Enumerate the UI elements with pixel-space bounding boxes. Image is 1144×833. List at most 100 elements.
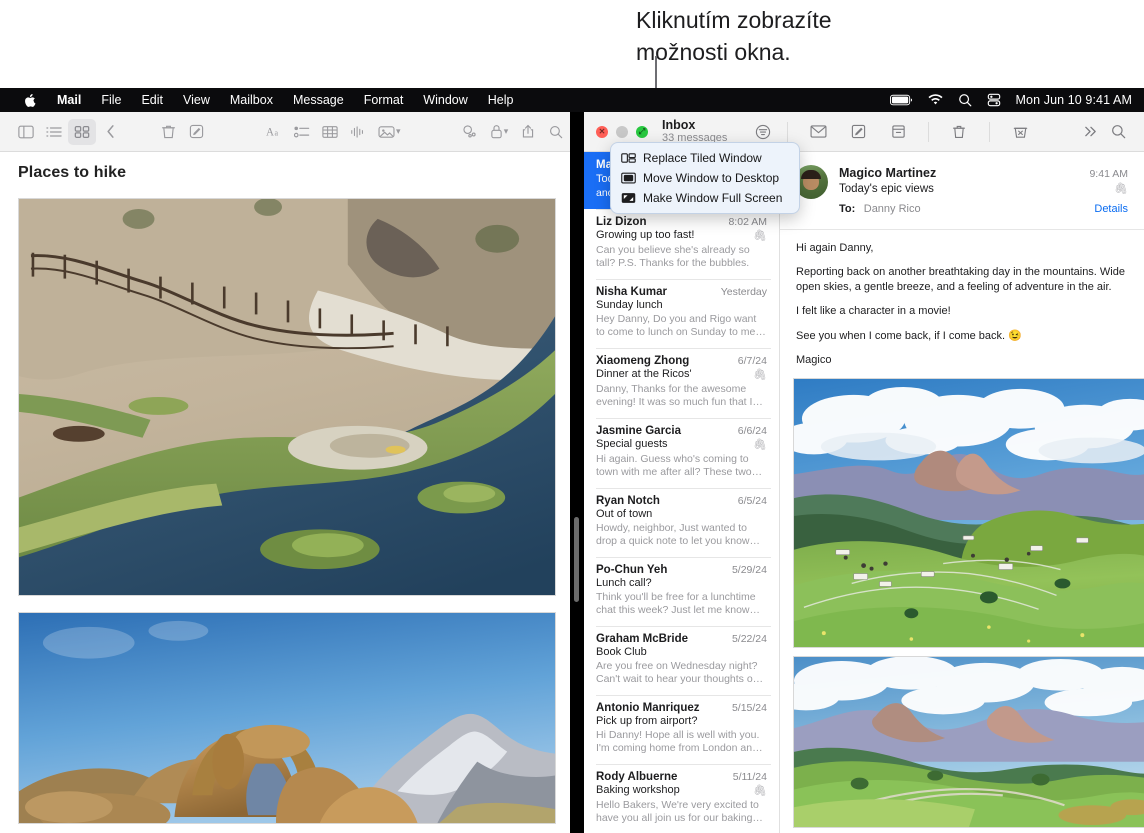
message-list-item[interactable]: Liz Dizon 8:02 AM Growing up too fast! 🖇… bbox=[584, 209, 779, 279]
search-icon[interactable] bbox=[958, 93, 972, 107]
minimize-window-button[interactable] bbox=[616, 126, 628, 138]
message-time: 9:41 AM bbox=[1089, 167, 1128, 181]
table-icon[interactable] bbox=[316, 119, 344, 145]
message-sender: Ryan Notch bbox=[596, 495, 660, 507]
archive-icon[interactable] bbox=[878, 119, 918, 145]
window-tile-divider[interactable] bbox=[570, 112, 584, 833]
mobius-arch-photo bbox=[18, 612, 556, 824]
search-icon[interactable] bbox=[1104, 119, 1132, 145]
callout-text: Kliknutím zobrazíte možnosti okna. bbox=[636, 4, 1106, 68]
desktop: Mail File Edit View Mailbox Message Form… bbox=[0, 88, 1144, 833]
reading-pane: Magico Martinez 9:41 AM Today's epic vie… bbox=[780, 152, 1144, 833]
message-header-text: Magico Martinez 9:41 AM Today's epic vie… bbox=[839, 165, 1128, 219]
message-sender: Xiaomeng Zhong bbox=[596, 355, 689, 367]
battery-icon[interactable] bbox=[890, 94, 913, 106]
menu-item-replace-tiled-window[interactable]: Replace Tiled Window bbox=[611, 148, 799, 168]
message-subject: Today's epic views bbox=[839, 182, 934, 198]
message-list-item[interactable]: Jasmine Garcia 6/6/24 Special guests 🖇 H… bbox=[584, 418, 779, 488]
message-preview: Can you believe she's already so tall? P… bbox=[596, 244, 767, 271]
list-view-icon[interactable] bbox=[40, 119, 68, 145]
message-preview: Hi Danny! Hope all is well with you. I'm… bbox=[596, 729, 767, 756]
message-sender: Po-Chun Yeh bbox=[596, 564, 667, 576]
menu-item-view[interactable]: View bbox=[173, 88, 220, 112]
message-subject: Pick up from airport? bbox=[596, 715, 697, 727]
chevron-down-icon: ▾ bbox=[504, 126, 509, 137]
replace-tiled-window-icon bbox=[621, 151, 636, 165]
message-sender: Jasmine Garcia bbox=[596, 425, 681, 437]
menu-item-mail[interactable]: Mail bbox=[47, 88, 91, 112]
note-title: Places to hike bbox=[0, 152, 570, 182]
apple-logo-icon[interactable] bbox=[12, 93, 47, 108]
recipient-name: Danny Rico bbox=[864, 203, 921, 215]
mail-columns: Magico Martinez 9:41 AM Today's epic vie… bbox=[584, 152, 1144, 833]
message-header: Magico Martinez 9:41 AM Today's epic vie… bbox=[780, 152, 1144, 230]
notes-window: A a bbox=[0, 112, 570, 833]
collaborate-icon[interactable] bbox=[456, 119, 484, 145]
menu-item-file[interactable]: File bbox=[91, 88, 131, 112]
share-icon[interactable] bbox=[514, 119, 542, 145]
menu-item-help[interactable]: Help bbox=[478, 88, 524, 112]
message-sender: Rody Albuerne bbox=[596, 771, 677, 783]
menu-bar-clock[interactable]: Mon Jun 10 9:41 AM bbox=[1016, 93, 1132, 107]
message-subject: Growing up too fast! bbox=[596, 229, 694, 241]
details-link[interactable]: Details bbox=[1094, 202, 1128, 217]
window-options-menu[interactable]: Replace Tiled Window Move Window to Desk… bbox=[610, 142, 800, 214]
message-list-item[interactable]: Po-Chun Yeh 5/29/24 Lunch call? Think yo… bbox=[584, 557, 779, 626]
svg-text:a: a bbox=[274, 128, 278, 137]
junk-icon[interactable] bbox=[1000, 119, 1040, 145]
message-preview: Danny, Thanks for the awesome evening! I… bbox=[596, 383, 767, 410]
gallery-view-icon[interactable] bbox=[68, 119, 96, 145]
media-icon[interactable]: ▾ bbox=[372, 119, 406, 145]
notes-toolbar: A a bbox=[0, 112, 570, 152]
sidebar-toggle-icon[interactable] bbox=[12, 119, 40, 145]
menu-item-edit[interactable]: Edit bbox=[131, 88, 173, 112]
control-center-icon[interactable] bbox=[987, 93, 1001, 107]
back-icon[interactable] bbox=[96, 119, 124, 145]
maximize-window-button[interactable]: ⤢ bbox=[636, 126, 648, 138]
message-list-item[interactable]: Nisha Kumar Yesterday Sunday lunch Hey D… bbox=[584, 279, 779, 348]
chevron-down-icon: ▾ bbox=[396, 126, 401, 137]
message-list-item[interactable]: Ryan Notch 6/5/24 Out of town Howdy, nei… bbox=[584, 488, 779, 557]
compose-note-icon[interactable] bbox=[183, 119, 211, 145]
message-list[interactable]: Magico Martinez 9:41 AM Today's epic vie… bbox=[584, 152, 780, 833]
search-icon[interactable] bbox=[542, 119, 570, 145]
callout-line-1: Kliknutím zobrazíte bbox=[636, 4, 1106, 36]
message-list-item[interactable]: Antonio Manriquez 5/15/24 Pick up from a… bbox=[584, 695, 779, 764]
message-date: 8:02 AM bbox=[728, 216, 767, 228]
message-date: 6/6/24 bbox=[738, 425, 767, 437]
toolbar-separator bbox=[787, 122, 788, 142]
audio-icon[interactable] bbox=[344, 119, 372, 145]
delete-icon[interactable] bbox=[939, 119, 979, 145]
filter-icon[interactable] bbox=[749, 119, 777, 145]
lock-icon[interactable]: ▾ bbox=[484, 119, 514, 145]
delete-note-icon[interactable] bbox=[155, 119, 183, 145]
message-body: Hi again Danny, Reporting back on anothe… bbox=[780, 230, 1144, 368]
message-sender: Antonio Manriquez bbox=[596, 702, 700, 714]
message-sender-name: Magico Martinez bbox=[839, 165, 936, 182]
menu-item-make-window-full-screen[interactable]: Make Window Full Screen bbox=[611, 188, 799, 208]
unread-mail-icon[interactable] bbox=[798, 119, 838, 145]
menu-bar-status: Mon Jun 10 9:41 AM bbox=[890, 93, 1144, 107]
mountain-trail-photo bbox=[793, 656, 1144, 828]
text-format-icon[interactable]: A a bbox=[260, 119, 288, 145]
alpine-meadow-photo bbox=[793, 378, 1144, 648]
message-subject: Sunday lunch bbox=[596, 299, 663, 311]
wifi-icon[interactable] bbox=[928, 94, 943, 106]
menu-item-move-window-to-desktop[interactable]: Move Window to Desktop bbox=[611, 168, 799, 188]
message-subject: Lunch call? bbox=[596, 577, 652, 589]
menu-item-format[interactable]: Format bbox=[354, 88, 414, 112]
recipient-label: To: bbox=[839, 203, 855, 215]
compose-icon[interactable] bbox=[838, 119, 878, 145]
tile-resize-handle[interactable] bbox=[574, 517, 579, 602]
notes-content: Places to hike bbox=[0, 152, 570, 833]
message-list-item[interactable]: Rody Albuerne 5/11/24 Baking workshop 🖇 … bbox=[584, 764, 779, 833]
menu-item-message[interactable]: Message bbox=[283, 88, 354, 112]
message-list-item[interactable]: Xiaomeng Zhong 6/7/24 Dinner at the Rico… bbox=[584, 348, 779, 418]
overflow-icon[interactable] bbox=[1076, 119, 1104, 145]
menu-item-window[interactable]: Window bbox=[413, 88, 477, 112]
checklist-icon[interactable] bbox=[288, 119, 316, 145]
toolbar-separator bbox=[989, 122, 990, 142]
close-window-button[interactable]: ✕ bbox=[596, 126, 608, 138]
menu-item-mailbox[interactable]: Mailbox bbox=[220, 88, 283, 112]
message-list-item[interactable]: Graham McBride 5/22/24 Book Club Are you… bbox=[584, 626, 779, 695]
